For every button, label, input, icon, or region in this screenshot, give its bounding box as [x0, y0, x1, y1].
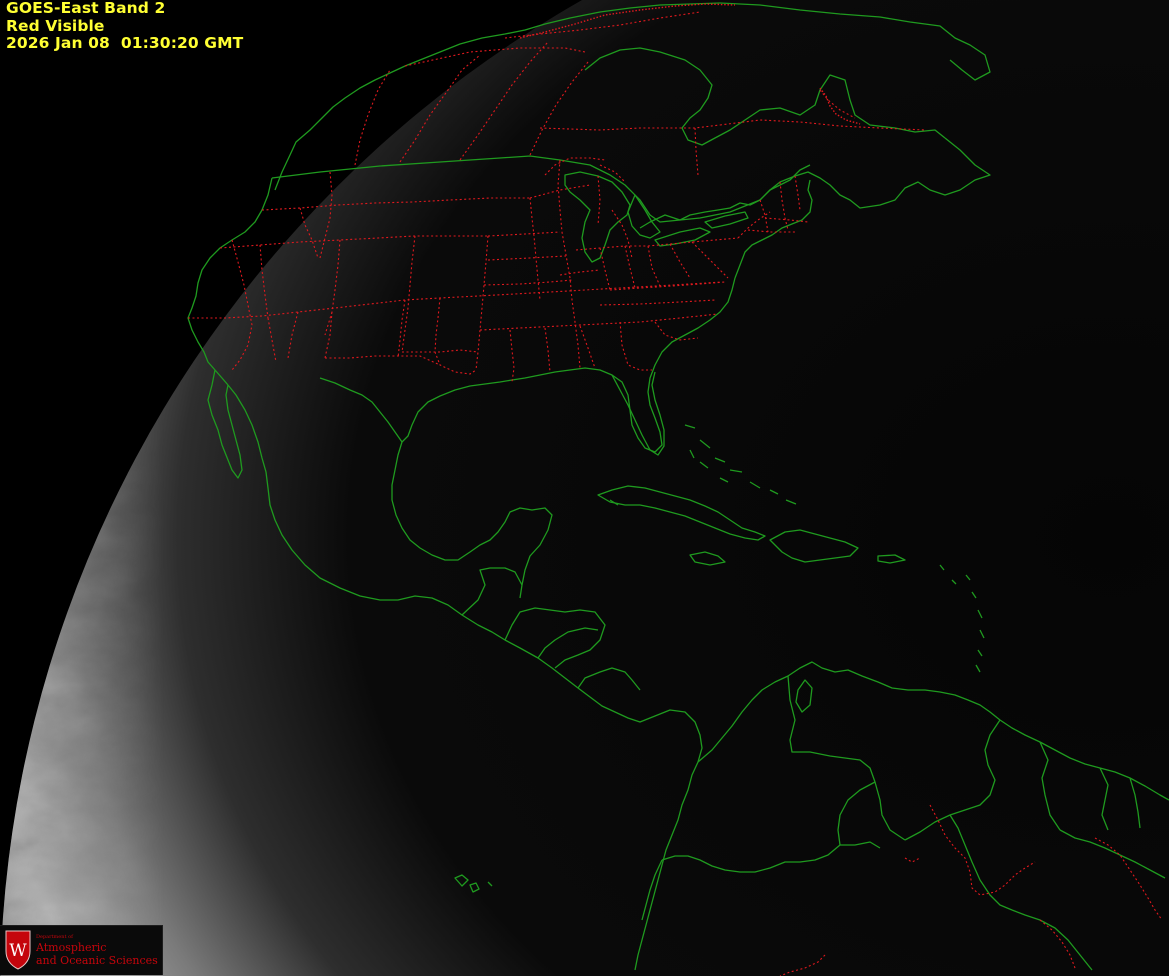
- department-name-line2: and Oceanic Sciences: [36, 954, 158, 967]
- department-of-label: Department of: [36, 934, 73, 940]
- department-logo: W Department of Atmospheric and Oceanic …: [0, 925, 163, 975]
- crest-letter: W: [9, 941, 27, 961]
- uw-crest-icon: W: [5, 930, 31, 970]
- timestamp-label: 2026 Jan 08 01:30:20 GMT: [6, 34, 244, 52]
- image-caption: GOES-East Band 2 Red Visible 2026 Jan 08…: [6, 0, 243, 53]
- channel-label: Red Visible: [6, 16, 105, 35]
- department-name-line1: Atmospheric: [36, 941, 107, 954]
- satellite-map-view: [0, 0, 1169, 976]
- satellite-band-label: GOES-East Band 2: [6, 0, 166, 17]
